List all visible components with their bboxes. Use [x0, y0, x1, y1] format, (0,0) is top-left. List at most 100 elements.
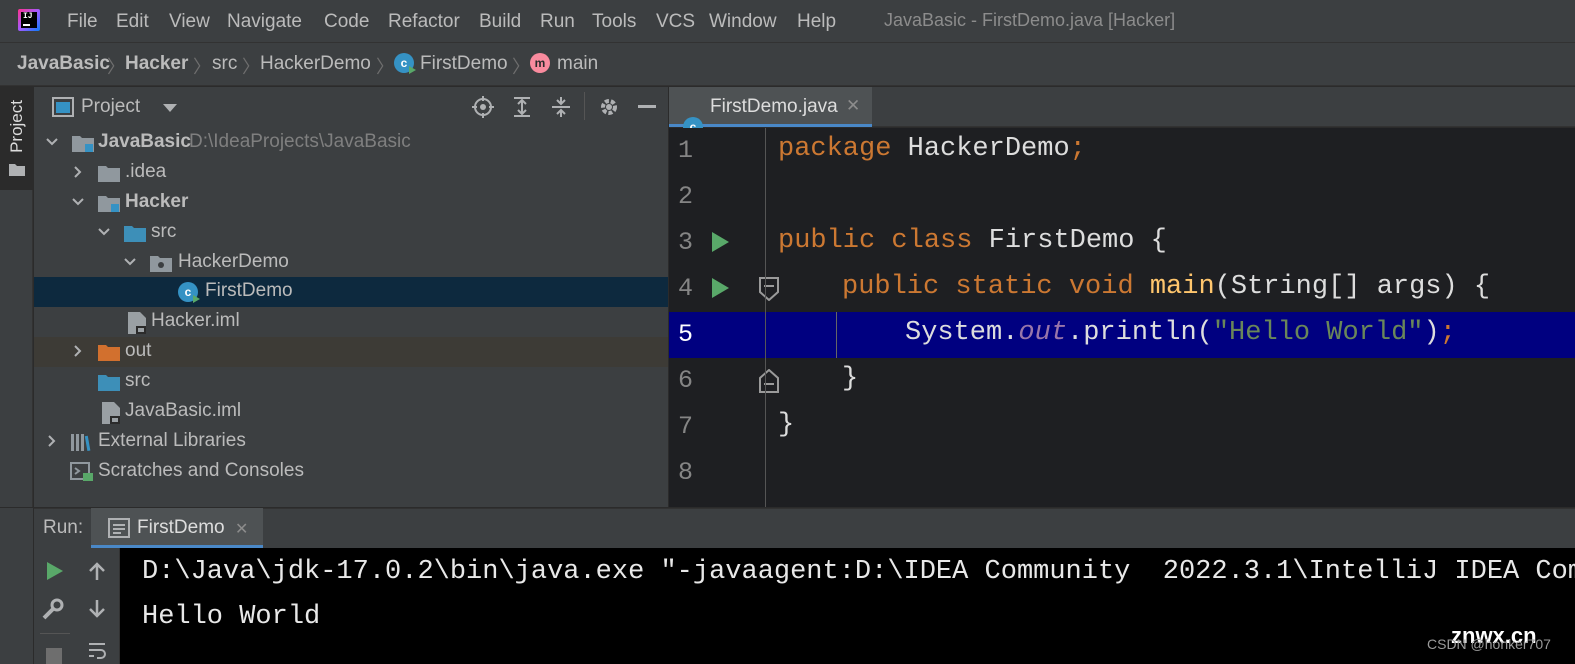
code-keyword: public class: [778, 226, 973, 256]
expand-all-icon[interactable]: [511, 96, 533, 118]
toolbar-divider: [584, 92, 585, 120]
code-line[interactable]: 7 }: [669, 404, 1575, 450]
code-text: package HackerDemo;: [778, 134, 1086, 164]
close-icon[interactable]: ✕: [846, 96, 860, 116]
project-view-title[interactable]: Project: [81, 96, 140, 118]
menu-help[interactable]: Help: [797, 11, 836, 33]
collapse-all-icon[interactable]: [550, 96, 572, 118]
locate-icon[interactable]: [472, 96, 494, 118]
method-icon: m: [530, 53, 550, 73]
chevron-down-icon[interactable]: [46, 136, 58, 148]
code-semicolon: ;: [1069, 134, 1086, 164]
console-output[interactable]: D:\Java\jdk-17.0.2\bin\java.exe "-javaag…: [120, 548, 1575, 664]
minimize-icon[interactable]: [638, 105, 656, 108]
code-text: public static void main(String[] args) {: [842, 272, 1490, 302]
arrow-up-icon[interactable]: [87, 561, 107, 581]
tree-item-label: HackerDemo: [178, 251, 289, 272]
menu-vcs[interactable]: VCS: [656, 11, 695, 33]
menu-build[interactable]: Build: [479, 11, 521, 33]
breadcrumb-package[interactable]: HackerDemo: [260, 53, 371, 75]
code-line[interactable]: 4 public static void main(String[] args)…: [669, 266, 1575, 312]
run-gutter-icon[interactable]: [712, 232, 729, 252]
code-text: }: [778, 410, 795, 440]
menu-edit[interactable]: Edit: [116, 11, 149, 33]
breadcrumb-src[interactable]: src: [212, 53, 237, 75]
code-text: public class FirstDemo {: [778, 226, 1167, 256]
menu-view[interactable]: View: [169, 11, 210, 33]
tree-item-src[interactable]: src: [34, 218, 668, 248]
code-line[interactable]: 3 public class FirstDemo {: [669, 220, 1575, 266]
chevron-down-icon[interactable]: [98, 226, 110, 238]
soft-wrap-icon[interactable]: [87, 640, 107, 662]
line-number: 1: [678, 136, 694, 165]
module-folder-icon: [72, 134, 94, 152]
chevron-down-icon[interactable]: [72, 196, 84, 208]
tree-item-external-libraries[interactable]: External Libraries: [34, 427, 668, 457]
line-number: 6: [678, 366, 694, 395]
bottom-left-stripe: [0, 508, 33, 664]
tree-item-src-root[interactable]: src: [34, 367, 668, 397]
line-number: 4: [678, 274, 694, 303]
code-line[interactable]: 2: [669, 174, 1575, 220]
gutter-divider: [765, 128, 766, 507]
stop-icon[interactable]: [46, 648, 62, 664]
code-line[interactable]: 8: [669, 450, 1575, 496]
module-folder-icon: [98, 194, 120, 212]
rerun-icon[interactable]: [46, 561, 64, 581]
menu-code[interactable]: Code: [324, 11, 369, 33]
code-line[interactable]: 6 }: [669, 358, 1575, 404]
breadcrumb-project[interactable]: JavaBasic: [17, 53, 110, 75]
menu-run[interactable]: Run: [540, 11, 575, 33]
menu-window[interactable]: Window: [709, 11, 777, 33]
line-number: 5: [678, 320, 694, 349]
tree-item-hackerdemo[interactable]: HackerDemo: [34, 248, 668, 278]
chevron-right-icon[interactable]: [72, 345, 84, 357]
menu-tools[interactable]: Tools: [592, 11, 636, 33]
run-tab-label[interactable]: FirstDemo: [137, 517, 225, 539]
tree-item-idea[interactable]: .idea: [34, 158, 668, 188]
chevron-down-icon[interactable]: [163, 104, 177, 112]
tree-item-label: src: [125, 370, 151, 391]
tree-item-out[interactable]: out: [34, 337, 668, 367]
breadcrumb-class[interactable]: FirstDemo: [420, 53, 508, 75]
line-number: 8: [678, 458, 694, 487]
tree-item-label: JavaBasic: [98, 131, 191, 152]
close-icon[interactable]: ✕: [235, 519, 248, 539]
folder-icon: [98, 164, 120, 182]
chevron-down-icon[interactable]: [124, 256, 136, 268]
source-folder-icon: [98, 373, 120, 391]
breadcrumb-module[interactable]: Hacker: [125, 53, 188, 75]
menu-navigate[interactable]: Navigate: [227, 11, 302, 33]
breadcrumb-method[interactable]: main: [557, 53, 598, 75]
tree-item-label: .idea: [125, 161, 167, 182]
console-line: D:\Java\jdk-17.0.2\bin\java.exe "-javaag…: [142, 557, 1575, 587]
fold-icon[interactable]: [759, 277, 779, 301]
code-identifier: .println(: [1067, 318, 1213, 348]
package-icon: [150, 254, 172, 272]
menu-file[interactable]: File: [67, 11, 98, 33]
editor-tab-label[interactable]: FirstDemo.java: [710, 96, 838, 118]
chevron-right-icon[interactable]: [46, 435, 58, 447]
tree-item-scratches[interactable]: Scratches and Consoles: [34, 457, 668, 487]
arrow-down-icon[interactable]: [87, 599, 107, 619]
tree-item-hacker-iml[interactable]: Hacker.iml: [34, 307, 668, 337]
code-text: }: [842, 364, 859, 394]
fold-icon[interactable]: [759, 369, 779, 393]
chevron-right-icon[interactable]: [72, 166, 84, 178]
tree-item-javabasic-iml[interactable]: JavaBasic.iml: [34, 397, 668, 427]
gear-icon[interactable]: [598, 96, 620, 118]
code-identifier: ): [1423, 318, 1440, 348]
tree-item-hacker[interactable]: Hacker: [34, 188, 668, 218]
wrench-icon[interactable]: [42, 598, 64, 620]
tree-item-firstdemo[interactable]: c FirstDemo: [34, 277, 668, 307]
run-panel-label: Run:: [43, 517, 84, 538]
run-gutter-icon[interactable]: [712, 278, 729, 298]
breadcrumb-separator: 〉: [107, 57, 125, 77]
code-text: System.out.println("Hello World");: [905, 318, 1456, 348]
tree-item-javabasic[interactable]: JavaBasic D:\IdeaProjects\JavaBasic: [34, 128, 668, 158]
code-line[interactable]: 1 package HackerDemo;: [669, 128, 1575, 174]
code-line-current[interactable]: 5 System.out.println("Hello World");: [669, 312, 1575, 358]
indent-guide: [836, 312, 837, 358]
menu-refactor[interactable]: Refactor: [388, 11, 460, 33]
breadcrumb-separator: 〉: [242, 57, 260, 77]
